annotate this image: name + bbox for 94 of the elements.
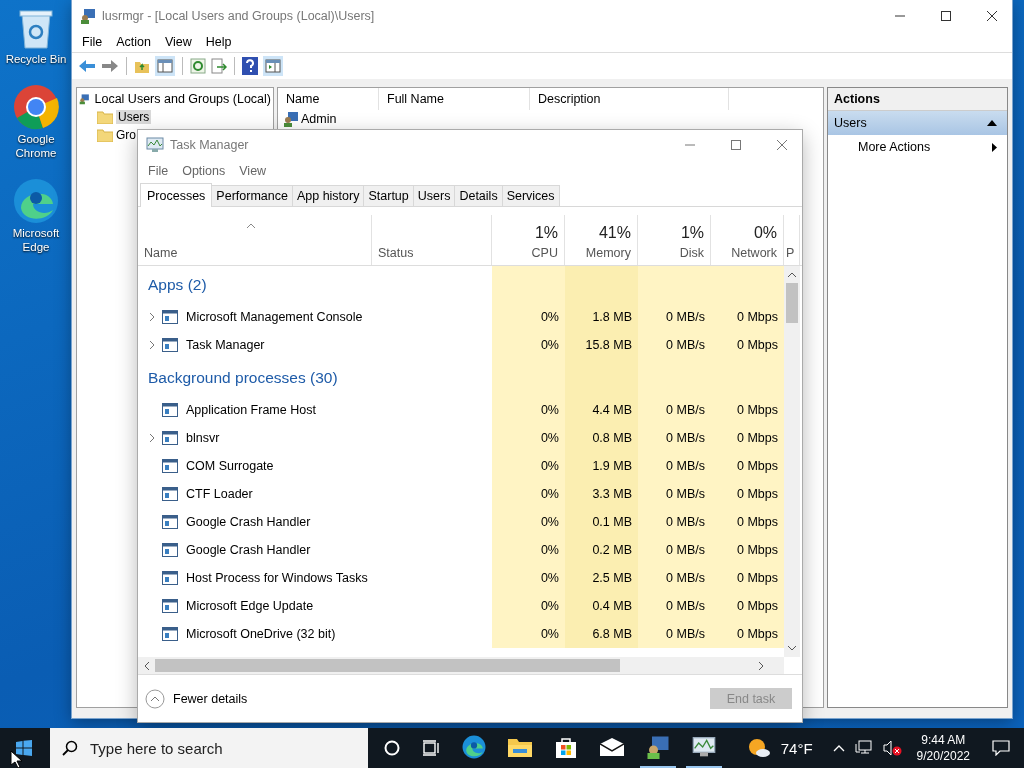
desktop-icon-label[interactable]: Google Chrome <box>1 132 71 160</box>
group-heading: Background processes (30) <box>147 368 339 387</box>
group-heading: Apps (2) <box>147 275 208 294</box>
network-cell: 0 Mbps <box>711 620 784 648</box>
tree-item[interactable]: Users <box>116 110 152 124</box>
menu-item[interactable]: Options <box>175 164 233 178</box>
menu-item[interactable]: View <box>157 35 199 49</box>
process-name[interactable]: Task Manager <box>184 338 265 352</box>
cpu-cell: 0% <box>492 508 565 536</box>
network-cell: 0 Mbps <box>711 536 784 564</box>
disk-cell: 0 MB/s <box>638 303 711 331</box>
memory-cell: 4.4 MB <box>565 396 638 424</box>
process-name[interactable]: blnsvr <box>184 431 220 445</box>
menu-item[interactable]: View <box>232 164 274 178</box>
cpu-cell: 0% <box>492 396 565 424</box>
memory-cell: 6.8 MB <box>565 620 638 648</box>
column-header[interactable]: Full Name <box>379 88 530 110</box>
memory-cell: 1.8 MB <box>565 303 638 331</box>
disk-cell: 0 MB/s <box>638 536 711 564</box>
tab[interactable]: App history <box>291 185 365 206</box>
user-name[interactable]: Admin <box>301 112 337 126</box>
memory-cell: 15.8 MB <box>565 331 638 359</box>
process-name[interactable]: Google Crash Handler <box>184 515 311 529</box>
cpu-cell: 0% <box>492 564 565 592</box>
menu-item[interactable]: File <box>141 164 176 178</box>
desktop-icon-label[interactable]: Microsoft Edge <box>1 226 71 254</box>
cpu-cell: 0% <box>492 620 565 648</box>
cpu-cell: 0% <box>492 424 565 452</box>
network-cell: 0 Mbps <box>711 424 784 452</box>
cpu-cell: 0% <box>492 592 565 620</box>
network-cell: 0 Mbps <box>711 480 784 508</box>
cpu-cell: 0% <box>492 536 565 564</box>
window-title: lusrmgr - [Local Users and Groups (Local)\Users] <box>102 9 375 23</box>
clock-time[interactable]: 9:44 AM <box>921 732 966 748</box>
fewer-details-link[interactable]: Fewer details <box>173 691 248 706</box>
cpu-cell: 0% <box>492 452 565 480</box>
memory-cell: 0.2 MB <box>565 536 638 564</box>
menu-item[interactable]: File <box>75 35 110 49</box>
actions-header: Actions <box>828 88 1007 111</box>
tab[interactable]: Performance <box>211 185 293 206</box>
process-name[interactable]: CTF Loader <box>184 487 253 501</box>
tab[interactable]: Details <box>454 185 503 206</box>
column-header[interactable]: Description <box>530 88 729 110</box>
clock-date[interactable]: 9/20/2022 <box>916 748 970 764</box>
cpu-cell: 0% <box>492 331 565 359</box>
memory-cell: 0.4 MB <box>565 592 638 620</box>
weather-temperature[interactable]: 74°F <box>780 739 813 757</box>
disk-cell: 0 MB/s <box>638 331 711 359</box>
column-header[interactable]: P <box>784 215 800 265</box>
section-title: Users <box>834 116 867 130</box>
column-header[interactable]: Name <box>138 215 372 265</box>
desktop-icon-label[interactable]: Recycle Bin <box>5 52 67 66</box>
cpu-cell: 0% <box>492 480 565 508</box>
disk-cell: 0 MB/s <box>638 452 711 480</box>
window-title: Task Manager <box>170 138 249 152</box>
menu-item[interactable]: Action <box>109 35 158 49</box>
disk-cell: 0 MB/s <box>638 564 711 592</box>
network-cell: 0 Mbps <box>711 331 784 359</box>
disk-cell: 0 MB/s <box>638 592 711 620</box>
network-cell: 0 Mbps <box>711 508 784 536</box>
process-name[interactable]: Microsoft OneDrive (32 bit) <box>184 627 336 641</box>
memory-cell: 3.3 MB <box>565 480 638 508</box>
process-name[interactable]: COM Surrogate <box>184 459 274 473</box>
process-name[interactable]: Microsoft Edge Update <box>184 599 314 613</box>
network-cell: 0 Mbps <box>711 303 784 331</box>
process-name[interactable]: Application Frame Host <box>184 403 316 417</box>
memory-cell: 0.1 MB <box>565 508 638 536</box>
actions-section[interactable]: Users <box>828 111 1007 135</box>
cpu-cell: 0% <box>492 303 565 331</box>
disk-cell: 0 MB/s <box>638 508 711 536</box>
tree-item[interactable]: Gro <box>116 128 136 142</box>
network-cell: 0 Mbps <box>711 592 784 620</box>
process-name[interactable]: Microsoft Management Console <box>184 310 363 324</box>
disk-cell: 0 MB/s <box>638 424 711 452</box>
disk-cell: 0 MB/s <box>638 480 711 508</box>
column-header[interactable]: Name <box>278 88 379 110</box>
process-name[interactable]: Google Crash Handler <box>184 543 311 557</box>
tree-item[interactable]: Local Users and Groups (Local) <box>94 92 271 106</box>
menu-item[interactable]: Help <box>198 35 239 49</box>
network-cell: 0 Mbps <box>711 564 784 592</box>
network-cell: 0 Mbps <box>711 452 784 480</box>
memory-cell: 0.8 MB <box>565 424 638 452</box>
memory-cell: 2.5 MB <box>565 564 638 592</box>
disk-cell: 0 MB/s <box>638 620 711 648</box>
tab[interactable]: Services <box>501 185 560 206</box>
search-field[interactable]: Type here to search <box>50 728 368 768</box>
process-name[interactable]: Host Process for Windows Tasks <box>184 571 368 585</box>
disk-cell: 0 MB/s <box>638 396 711 424</box>
tab[interactable]: Startup <box>363 185 414 206</box>
tab[interactable]: Users <box>412 185 456 206</box>
action-link[interactable]: More Actions <box>858 140 931 154</box>
tab[interactable]: Processes <box>140 183 213 207</box>
network-cell: 0 Mbps <box>711 396 784 424</box>
memory-cell: 1.9 MB <box>565 452 638 480</box>
